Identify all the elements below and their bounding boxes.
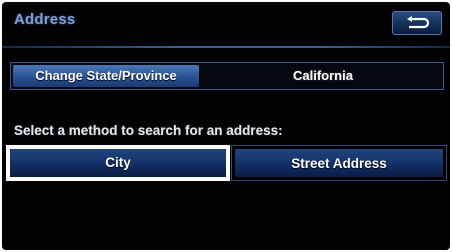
return-arrow-icon: [407, 16, 430, 29]
empty-content-area: [2, 188, 450, 250]
city-search-button[interactable]: City: [6, 145, 230, 181]
back-button[interactable]: [392, 11, 442, 35]
search-method-prompt: Select a method to search for an address…: [14, 123, 283, 138]
street-address-search-button[interactable]: Street Address: [231, 145, 447, 181]
navigation-screen: Address Change State/Province California…: [2, 2, 450, 250]
change-state-province-button[interactable]: Change State/Province: [13, 65, 199, 87]
current-state-value: California: [293, 68, 353, 83]
page-title: Address: [14, 11, 76, 28]
street-address-search-label: Street Address: [235, 149, 443, 177]
header-divider: [2, 46, 450, 48]
city-search-label: City: [10, 149, 226, 177]
state-row: Change State/Province California: [10, 62, 444, 90]
